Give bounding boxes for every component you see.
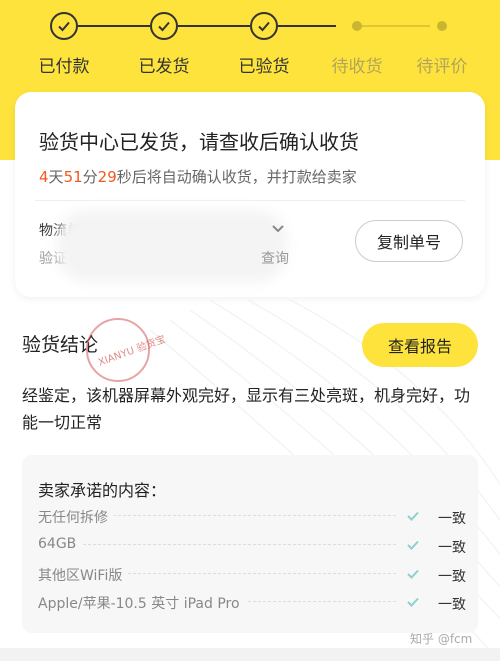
promise-row: 64GB 一致	[38, 534, 466, 556]
shipment-title: 验货中心已发货，请查收后确认收货	[39, 130, 359, 154]
pending-dot	[437, 21, 447, 31]
countdown-minutes-unit: 分	[82, 168, 98, 186]
check-icon	[50, 12, 78, 40]
check-icon	[250, 12, 278, 40]
pending-dot	[352, 21, 362, 31]
check-icon	[407, 597, 419, 607]
promise-row: 无任何拆修 一致	[38, 505, 466, 527]
view-report-button[interactable]: 查看报告	[362, 323, 478, 367]
promise-item-value: 一致	[438, 511, 466, 527]
promise-row: 其他区WiFi版 一致	[38, 563, 466, 585]
step-label-to-review: 待评价	[416, 57, 468, 77]
countdown-days-unit: 天	[48, 168, 64, 186]
step-label-inspected: 已验货	[238, 57, 290, 77]
countdown-seconds: 29	[97, 168, 117, 186]
logistics-query-link[interactable]: 查询	[261, 248, 289, 268]
progress-line	[78, 25, 150, 27]
divider	[35, 200, 465, 201]
promise-item-value: 一致	[438, 540, 466, 556]
countdown-suffix: 秒后将自动确认收货，并打款给卖家	[116, 168, 357, 186]
progress-line	[178, 25, 250, 27]
check-icon	[407, 569, 419, 579]
promise-item-value: 一致	[438, 569, 466, 585]
promise-item-value: 一致	[438, 597, 466, 613]
progress-line	[278, 25, 336, 27]
countdown-days: 4	[39, 168, 49, 186]
dotted-leader	[38, 544, 396, 545]
promise-row: Apple/苹果-10.5 英寸 iPad Pro 一致	[38, 591, 466, 613]
promise-item-label: Apple/苹果-10.5 英寸 iPad Pro	[38, 593, 246, 613]
progress-line-pending	[360, 25, 430, 27]
order-progress: 已付款 已发货 已验货 待收货 待评价	[0, 0, 500, 90]
check-icon	[407, 511, 419, 521]
countdown-minutes: 51	[63, 168, 83, 186]
inspection-result-text: 经鉴定，该机器屏幕外观完好，显示有三处亮斑，机身完好，功能一切正常	[22, 386, 471, 432]
seller-promise-box: 卖家承诺的内容： 无任何拆修 一致 64GB 一致 其他区WiFi版 一致 Ap…	[22, 455, 478, 633]
copy-tracking-button[interactable]: 复制单号	[355, 220, 463, 262]
shipment-card: 验货中心已发货，请查收后确认收货 4天51分29秒后将自动确认收货，并打款给卖家…	[15, 92, 485, 297]
bottom-strip	[0, 648, 500, 661]
promise-item-label: 其他区WiFi版	[38, 565, 129, 585]
auto-confirm-countdown: 4天51分29秒后将自动确认收货，并打款给卖家	[39, 166, 357, 187]
source-watermark: 知乎 @fcm	[410, 632, 473, 646]
check-icon	[150, 12, 178, 40]
step-label-paid: 已付款	[38, 57, 90, 77]
inspection-stamp: XIANYU 验货宝	[86, 318, 167, 382]
step-label-to-receive: 待收货	[331, 57, 383, 77]
chevron-down-icon[interactable]	[271, 224, 285, 234]
redacted-tracking-number	[57, 210, 287, 282]
promise-item-label: 64GB	[38, 536, 83, 552]
seller-promise-title: 卖家承诺的内容：	[38, 481, 167, 500]
check-icon	[407, 540, 419, 550]
promise-item-label: 无任何拆修	[38, 507, 114, 527]
step-label-shipped: 已发货	[138, 57, 190, 77]
